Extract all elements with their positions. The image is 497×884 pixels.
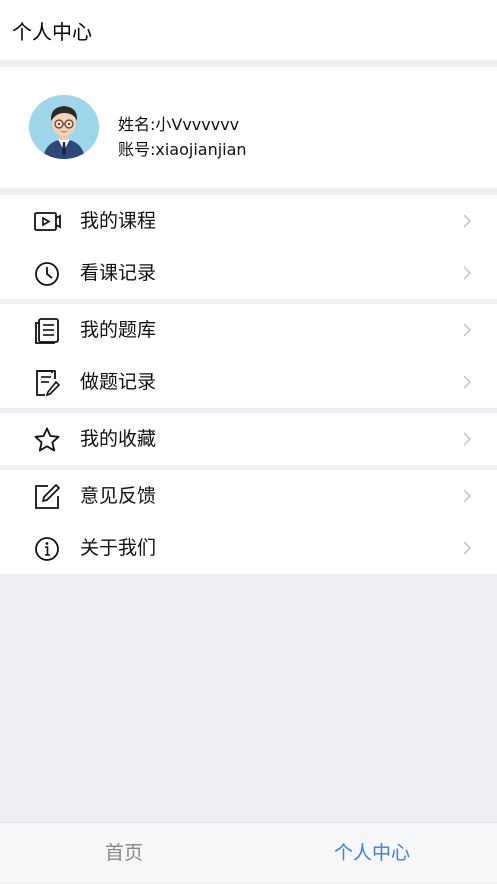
menu-item-label: 做题记录 <box>80 371 157 393</box>
compose-icon <box>35 484 60 509</box>
menu-item-label: 意见反馈 <box>80 485 157 507</box>
profile-account: 账号:xiaojianjian <box>118 140 247 159</box>
menu-item-label: 我的题库 <box>80 319 157 341</box>
edit-document-icon <box>36 370 61 397</box>
chevron-right-icon <box>463 266 472 280</box>
clock-icon <box>35 262 59 286</box>
chevron-right-icon <box>463 489 472 503</box>
document-list-icon <box>35 318 59 344</box>
menu-group-questions: 我的题库 做题记录 <box>0 304 497 408</box>
menu-item-my-courses[interactable]: 我的课程 <box>0 195 497 247</box>
menu-item-label: 我的收藏 <box>80 428 157 450</box>
chevron-right-icon <box>463 541 472 555</box>
page-title: 个人中心 <box>12 19 92 44</box>
menu-item-label: 看课记录 <box>80 262 157 284</box>
menu-item-label: 我的课程 <box>80 210 157 232</box>
menu-group-other: 意见反馈 关于我们 <box>0 470 497 574</box>
menu-group-favorites: 我的收藏 <box>0 413 497 465</box>
chevron-right-icon <box>463 323 472 337</box>
bottom-tab-bar: 首页 个人中心 <box>0 822 497 883</box>
tab-profile[interactable]: 个人中心 <box>292 823 452 884</box>
info-icon <box>35 537 59 561</box>
profile-card[interactable]: 姓名:小Vvvvvvv 账号:xiaojianjian <box>0 67 497 188</box>
menu-item-practice-history[interactable]: 做题记录 <box>0 356 497 408</box>
video-icon <box>34 212 61 231</box>
chevron-right-icon <box>463 214 472 228</box>
page-header: 个人中心 <box>0 0 497 60</box>
menu-item-label: 关于我们 <box>80 537 157 559</box>
menu-item-about-us[interactable]: 关于我们 <box>0 522 497 574</box>
star-icon <box>34 427 60 452</box>
menu-item-my-favorites[interactable]: 我的收藏 <box>0 413 497 465</box>
tab-home[interactable]: 首页 <box>44 823 204 884</box>
chevron-right-icon <box>463 432 472 446</box>
menu-item-watch-history[interactable]: 看课记录 <box>0 247 497 299</box>
menu-item-my-question-bank[interactable]: 我的题库 <box>0 304 497 356</box>
menu-group-courses: 我的课程 看课记录 <box>0 195 497 299</box>
avatar[interactable] <box>29 95 99 159</box>
menu-item-feedback[interactable]: 意见反馈 <box>0 470 497 522</box>
profile-info: 姓名:小Vvvvvvv 账号:xiaojianjian <box>118 112 247 162</box>
profile-name: 姓名:小Vvvvvvv <box>118 115 240 134</box>
chevron-right-icon <box>463 375 472 389</box>
